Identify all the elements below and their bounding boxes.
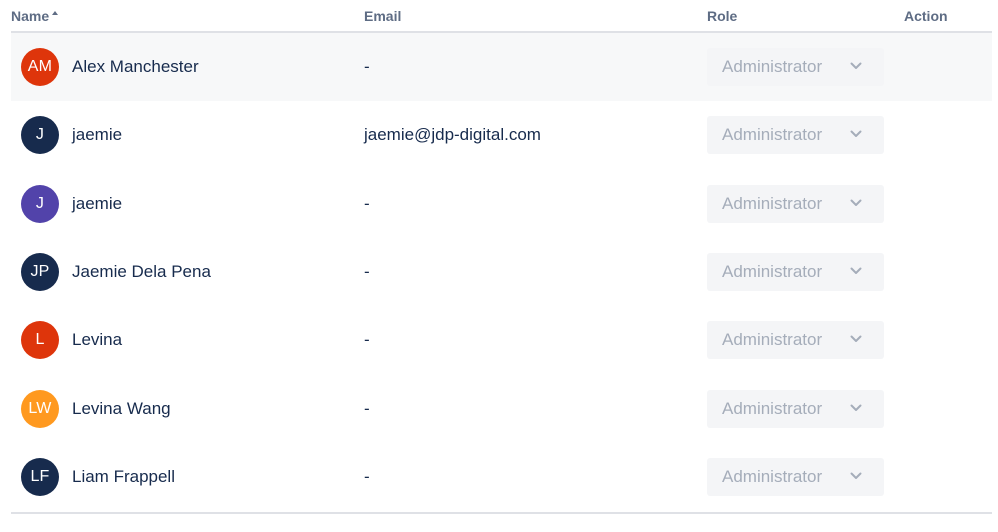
role-select: Administrator <box>707 389 884 428</box>
users-table: Name Email Role Action AM Alex Mancheste… <box>11 0 992 511</box>
chevron-down-icon <box>850 472 862 479</box>
avatar[interactable]: LF <box>21 457 59 496</box>
chevron-down-icon <box>850 130 862 138</box>
role-select-value: Administrator <box>722 57 823 77</box>
role-select: Administrator <box>707 253 884 292</box>
user-email: - <box>364 330 370 350</box>
avatar[interactable]: L <box>21 321 59 360</box>
role-select-value: Administrator <box>722 125 823 145</box>
sort-ascending-icon <box>52 11 59 15</box>
user-email: - <box>364 262 370 282</box>
table-row: AM Alex Manchester - Administrator <box>11 33 992 102</box>
column-header-email: Email <box>364 8 402 24</box>
user-name: Levina <box>72 330 123 350</box>
user-name: Jaemie Dela Pena <box>72 262 211 282</box>
user-email: - <box>364 57 370 77</box>
role-select-value: Administrator <box>722 193 823 213</box>
user-name: Alex Manchester <box>72 57 199 77</box>
table-row: J jaemie jaemie@jdp-digital.com Administ… <box>11 101 992 169</box>
role-select: Administrator <box>707 321 884 360</box>
table-row: L Levina - Administrator <box>11 306 992 374</box>
avatar[interactable]: J <box>21 184 59 223</box>
avatar[interactable]: LW <box>21 389 59 428</box>
column-header-action: Action <box>904 8 948 24</box>
user-email: - <box>364 466 370 486</box>
chevron-down-icon <box>850 199 862 206</box>
role-select: Administrator <box>707 116 884 155</box>
user-email: - <box>364 193 370 213</box>
user-email: jaemie@jdp-digital.com <box>364 125 541 145</box>
role-select: Administrator <box>707 457 884 496</box>
user-name: Levina Wang <box>72 398 171 418</box>
user-name: Liam Frappell <box>72 466 175 486</box>
table-header: Name Email Role Action <box>11 0 992 33</box>
chevron-down-icon <box>850 62 862 70</box>
role-select-value: Administrator <box>722 330 823 350</box>
table-row: LW Levina Wang - Administrator <box>11 374 992 442</box>
user-email: - <box>364 398 370 418</box>
user-name: jaemie <box>72 193 123 213</box>
role-select: Administrator <box>707 48 884 87</box>
role-select: Administrator <box>707 184 884 223</box>
column-header-name[interactable]: Name <box>11 8 59 24</box>
chevron-down-icon <box>850 335 862 343</box>
table-row: J jaemie - Administrator <box>11 170 992 238</box>
chevron-down-icon <box>850 267 862 275</box>
table-body: AM Alex Manchester - Administrator J jae… <box>11 33 992 511</box>
role-select-value: Administrator <box>722 398 823 418</box>
column-header-name-label: Name <box>11 8 50 24</box>
chevron-down-icon <box>850 404 862 411</box>
avatar[interactable]: AM <box>21 48 59 87</box>
table-row: JP Jaemie Dela Pena - Administrator <box>11 238 992 306</box>
column-header-role: Role <box>707 8 738 24</box>
role-select-value: Administrator <box>722 262 823 282</box>
avatar[interactable]: JP <box>21 253 59 292</box>
table-row: LF Liam Frappell - Administrator <box>11 443 992 511</box>
role-select-value: Administrator <box>722 466 823 486</box>
user-name: jaemie <box>72 125 123 145</box>
table-bottom-divider <box>11 512 992 514</box>
avatar[interactable]: J <box>21 116 59 155</box>
